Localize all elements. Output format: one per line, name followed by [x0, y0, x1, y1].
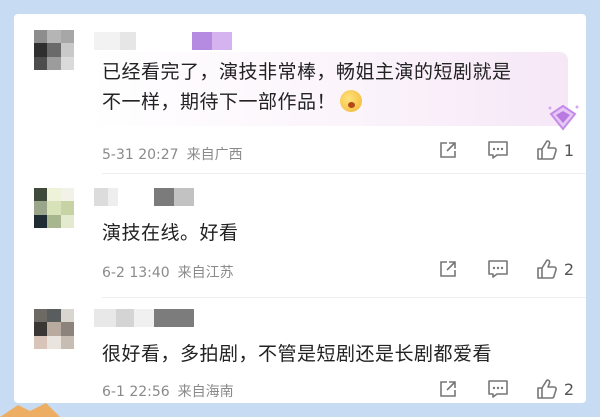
- comment-icon: [488, 380, 508, 398]
- username-blurred[interactable]: [94, 309, 194, 327]
- comment-location: 来自广西: [186, 147, 243, 163]
- comment-list: 已经看完了，演技非常棒，畅姐主演的短剧就是 不一样，期待下一部作品！ 5-31 …: [14, 14, 586, 403]
- comment-item: 演技在线。好看 6-2 13:40 来自江苏 2: [14, 174, 586, 298]
- action-bar: 2: [436, 257, 574, 281]
- comment-button[interactable]: [486, 377, 510, 401]
- share-icon: [440, 261, 456, 277]
- comment-text-line: 已经看完了，演技非常棒，畅姐主演的短剧就是: [102, 61, 512, 83]
- action-bar: 2: [436, 377, 574, 401]
- like-button[interactable]: 2: [536, 258, 574, 280]
- comment-text-fragment: 不一样，期待下一部作品！: [102, 91, 337, 113]
- comment-location: 来自海南: [177, 384, 234, 400]
- comment-text: 很好看，多拍剧，不管是短剧还是长剧都爱看: [102, 343, 493, 365]
- shocked-face-emoji-icon: [340, 90, 363, 112]
- share-button[interactable]: [436, 257, 460, 281]
- like-count: 1: [563, 140, 574, 160]
- username-blurred[interactable]: [94, 32, 232, 50]
- comment-text-line: 不一样，期待下一部作品！: [102, 87, 512, 117]
- comment-location: 来自江苏: [177, 265, 234, 281]
- comment-date: 6-1 22:56: [102, 384, 170, 400]
- comment-text: 已经看完了，演技非常棒，畅姐主演的短剧就是 不一样，期待下一部作品！: [102, 57, 512, 117]
- like-count: 2: [563, 379, 574, 399]
- comment-button[interactable]: [486, 257, 510, 281]
- like-icon: [537, 259, 557, 279]
- share-button[interactable]: [436, 377, 460, 401]
- share-button[interactable]: [436, 138, 460, 162]
- diamond-badge-icon: [548, 104, 579, 131]
- comment-item: 已经看完了，演技非常棒，畅姐主演的短剧就是 不一样，期待下一部作品！ 5-31 …: [14, 14, 586, 174]
- divider: [102, 297, 586, 298]
- comment-item: 很好看，多拍剧，不管是短剧还是长剧都爱看 6-1 22:56 来自海南 2: [14, 299, 586, 403]
- comment-meta: 6-1 22:56 来自海南: [102, 381, 242, 401]
- decorative-corner: [0, 403, 60, 417]
- action-bar: 1: [436, 138, 574, 162]
- comment-text: 演技在线。好看: [102, 222, 239, 244]
- comment-button[interactable]: [486, 138, 510, 162]
- avatar[interactable]: [34, 30, 74, 70]
- avatar[interactable]: [34, 188, 74, 228]
- like-button[interactable]: 2: [536, 378, 574, 400]
- comment-meta: 5-31 20:27 来自广西: [102, 144, 251, 164]
- comment-icon: [488, 260, 508, 278]
- avatar[interactable]: [34, 309, 74, 349]
- like-icon: [537, 379, 557, 399]
- like-icon: [537, 140, 557, 160]
- comment-date: 6-2 13:40: [102, 265, 170, 281]
- share-icon: [440, 381, 456, 397]
- comment-date: 5-31 20:27: [102, 147, 179, 163]
- like-count: 2: [563, 259, 574, 279]
- comment-meta: 6-2 13:40 来自江苏: [102, 262, 242, 282]
- like-button[interactable]: 1: [536, 139, 574, 161]
- share-icon: [440, 142, 456, 158]
- username-blurred[interactable]: [94, 188, 194, 206]
- comment-icon: [488, 141, 508, 159]
